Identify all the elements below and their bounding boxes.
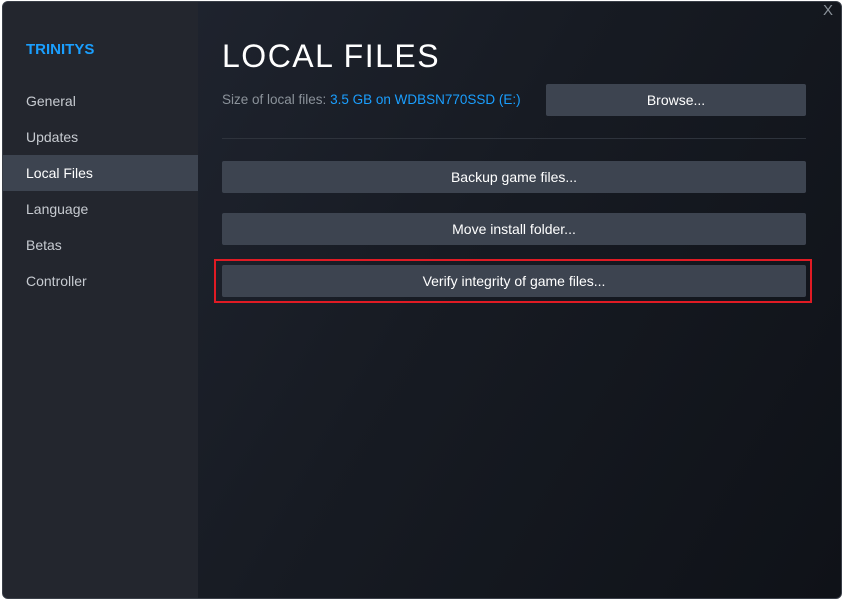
- backup-game-files-button[interactable]: Backup game files...: [222, 161, 806, 193]
- game-title: TRINITYS: [26, 41, 95, 58]
- sidebar-item-language[interactable]: Language: [3, 191, 198, 227]
- sidebar-item-general[interactable]: General: [3, 83, 198, 119]
- sidebar-item-updates[interactable]: Updates: [3, 119, 198, 155]
- sidebar-item-betas[interactable]: Betas: [3, 227, 198, 263]
- close-icon[interactable]: X: [823, 2, 833, 19]
- size-label: Size of local files:: [222, 92, 327, 107]
- sidebar: TRINITYS General Updates Local Files Lan…: [3, 2, 198, 598]
- divider: [222, 138, 806, 139]
- local-files-size: Size of local files: 3.5 GB on WDBSN770S…: [222, 92, 521, 107]
- sidebar-nav: General Updates Local Files Language Bet…: [3, 83, 198, 299]
- properties-window: TRINITYS General Updates Local Files Lan…: [2, 1, 842, 599]
- move-install-folder-button[interactable]: Move install folder...: [222, 213, 806, 245]
- sidebar-item-local-files[interactable]: Local Files: [3, 155, 198, 191]
- highlight-box: [214, 259, 812, 303]
- browse-button[interactable]: Browse...: [546, 84, 806, 116]
- page-title: LOCAL FILES: [222, 38, 441, 74]
- size-value: 3.5 GB on WDBSN770SSD (E:): [330, 92, 521, 107]
- sidebar-item-controller[interactable]: Controller: [3, 263, 198, 299]
